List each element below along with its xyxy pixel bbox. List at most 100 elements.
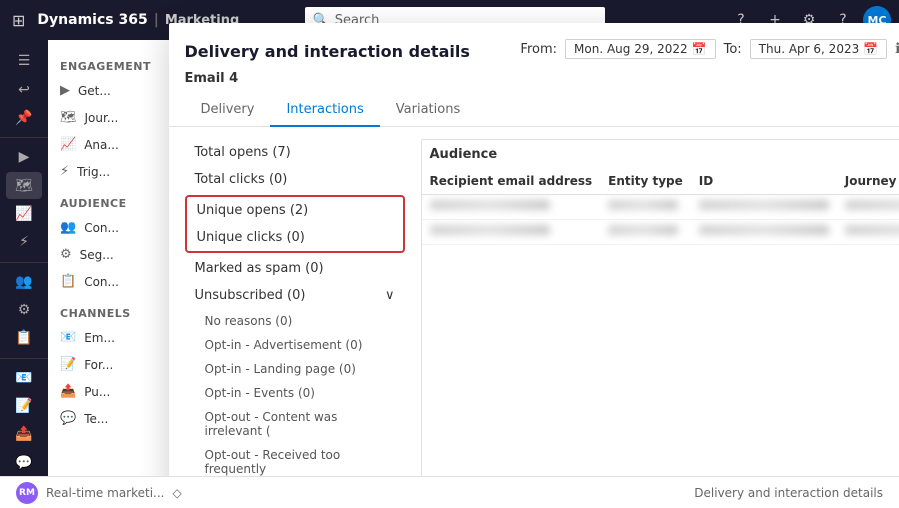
metric-total-clicks[interactable]: Total clicks (0) [185,166,405,193]
metric-unique-opens[interactable]: Unique opens (2) [187,197,403,224]
nav-item-contacts-icon: 👥 [60,220,76,235]
status-diamond-icon: ◇ [173,486,182,500]
dialog-header: Delivery and interaction details From: M… [169,23,899,71]
table-header-row: Recipient email address Entity type ID J… [422,168,899,195]
cell-entity-2 [600,220,691,245]
audience-title: Audience [430,147,498,162]
nav-item-push-icon: 📤 [60,384,76,399]
left-sidebar: ☰ ↩ 📌 ▶ 🗺 📈 ⚡ 👥 ⚙ 📋 📧 📝 📤 💬 [0,40,48,476]
audience-table: Recipient email address Entity type ID J… [422,168,899,480]
sidebar-recent-icon[interactable]: ↩ [6,76,42,102]
sidebar-contacts-icon[interactable]: 👥 [6,268,42,294]
metric-opt-in-ad[interactable]: Opt-in - Advertisement (0) [185,333,405,357]
nav-item-get-label: Get... [78,84,111,98]
metric-unsubscribed-label: Unsubscribed (0) [195,288,306,303]
table-row [422,220,899,245]
brand-name: Dynamics 365 [37,12,147,28]
col-id: ID [691,168,837,195]
col-entity-type: Entity type [600,168,691,195]
metrics-panel: Total opens (7) Total clicks (0) Unique … [185,139,405,481]
sidebar-menu-icon[interactable]: ☰ [6,48,42,74]
from-date-value: Mon. Aug 29, 2022 [574,42,688,56]
cell-id-2 [691,220,837,245]
grid-icon[interactable]: ⊞ [8,7,29,34]
col-journey-id: Journey ID [837,168,899,195]
sidebar-segments-icon[interactable]: ⚙ [6,297,42,323]
tab-delivery[interactable]: Delivery [185,94,271,127]
nav-item-email-label: Em... [84,331,115,345]
dialog-body: Total opens (7) Total clicks (0) Unique … [169,127,899,493]
sidebar-forms-icon[interactable]: 📝 [6,393,42,419]
table-row [422,195,899,220]
nav-item-triggers-label: Trig... [77,165,110,179]
nav-item-triggers-icon: ⚡ [60,164,69,179]
cell-entity-1 [600,195,691,220]
to-label: To: [724,42,742,57]
sidebar-pin-icon[interactable]: 📌 [6,105,42,131]
metric-total-opens[interactable]: Total opens (7) [185,139,405,166]
status-text: Real-time marketi... [46,486,165,500]
cell-journey-id-1 [837,195,899,220]
metric-no-reasons[interactable]: No reasons (0) [185,309,405,333]
status-avatar: RM [16,482,38,504]
nav-item-text-icon: 💬 [60,411,76,426]
sidebar-email-icon[interactable]: 📧 [6,364,42,390]
chevron-down-icon: ∨ [385,288,395,303]
nav-item-segments-label: Seg... [80,248,114,262]
dialog-tabs: Delivery Interactions Variations [169,94,899,127]
sidebar-trigger-icon[interactable]: ⚡ [6,229,42,255]
nav-item-contacts-label: Con... [84,221,119,235]
sidebar-engage-icon[interactable]: ▶ [6,144,42,170]
status-right-text: Delivery and interaction details [694,486,883,500]
nav-item-journey-icon: 🗺 [60,110,77,125]
table-body [422,195,899,245]
sidebar-text-icon[interactable]: 💬 [6,450,42,476]
sidebar-journey-icon[interactable]: 🗺 [6,172,42,198]
sidebar-analytics-icon[interactable]: 📈 [6,201,42,227]
cell-journey-id-2 [837,220,899,245]
tab-variations[interactable]: Variations [380,94,476,127]
col-email: Recipient email address [422,168,601,195]
nav-item-push-label: Pu... [84,385,110,399]
nav-item-email-icon: 📧 [60,330,76,345]
nav-item-get-icon: ▶ [60,83,70,98]
nav-divider: | [154,12,159,28]
table-head: Recipient email address Entity type ID J… [422,168,899,195]
cell-email-2 [422,220,601,245]
status-bar: RM Real-time marketi... ◇ Delivery and i… [0,476,899,508]
from-date-input[interactable]: Mon. Aug 29, 2022 📅 [565,39,716,59]
modal-overlay: Delivery and interaction details From: M… [218,40,899,476]
nav-item-forms-label: For... [84,358,113,372]
metric-unsubscribed[interactable]: Unsubscribed (0) ∨ [185,282,405,309]
main-area: Delivery and interaction details From: M… [218,40,899,476]
dialog: Delivery and interaction details From: M… [169,23,899,493]
from-calendar-icon: 📅 [692,42,707,56]
sidebar-push-icon[interactable]: 📤 [6,421,42,447]
metric-opt-in-events[interactable]: Opt-in - Events (0) [185,381,405,405]
to-date-input[interactable]: Thu. Apr 6, 2023 📅 [750,39,888,59]
sidebar-consent-icon[interactable]: 📋 [6,325,42,351]
cell-email-1 [422,195,601,220]
nav-item-analytics-label: Ana... [84,138,119,152]
metric-opt-out-irrelevant[interactable]: Opt-out - Content was irrelevant ( [185,405,405,443]
metric-opt-in-landing[interactable]: Opt-in - Landing page (0) [185,357,405,381]
audience-header: Audience ⊞ [422,140,899,168]
nav-item-text-label: Te... [84,412,108,426]
nav-item-journey-label: Jour... [85,111,119,125]
to-calendar-icon: 📅 [863,42,878,56]
dialog-subtitle: Email 4 [169,71,899,94]
tab-interactions[interactable]: Interactions [270,94,379,127]
metric-unique-clicks[interactable]: Unique clicks (0) [187,224,403,251]
metric-marked-spam[interactable]: Marked as spam (0) [185,255,405,282]
from-label: From: [520,42,557,57]
nav-item-consent-label: Con... [84,275,119,289]
data-table: Recipient email address Entity type ID J… [422,168,899,245]
metric-selected-group: Unique opens (2) Unique clicks (0) [185,195,405,253]
nav-item-forms-icon: 📝 [60,357,76,372]
audience-panel: Audience ⊞ Recipient email address Entit… [421,139,899,481]
date-row: From: Mon. Aug 29, 2022 📅 To: Thu. Apr 6… [520,39,899,59]
dialog-title: Delivery and interaction details [185,42,470,61]
to-date-value: Thu. Apr 6, 2023 [759,42,860,56]
info-icon[interactable]: ℹ [895,41,899,57]
nav-item-analytics-icon: 📈 [60,137,76,152]
